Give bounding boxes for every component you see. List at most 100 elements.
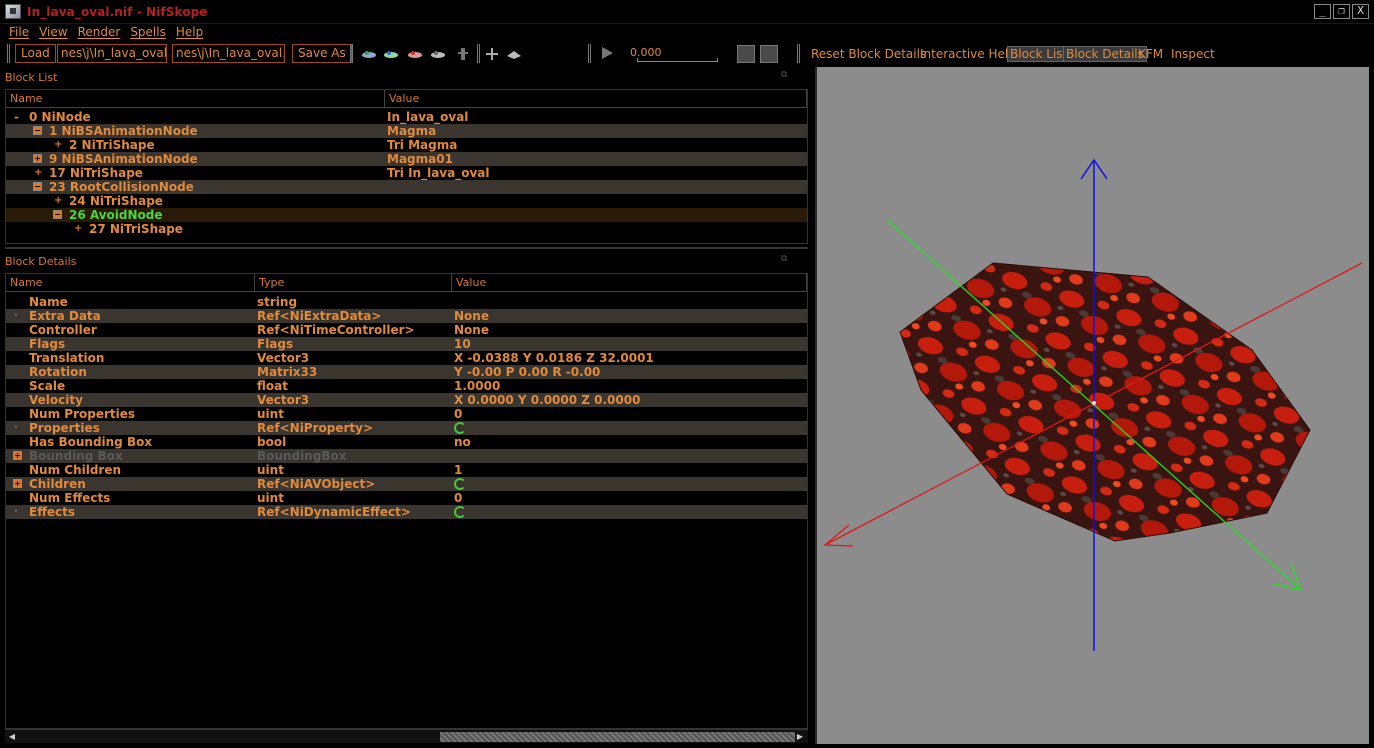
menu-render[interactable]: Render (73, 24, 126, 41)
field-value[interactable]: no (454, 435, 471, 449)
kfm-toggle[interactable]: KFM (1138, 47, 1163, 61)
scene-canvas[interactable] (817, 67, 1371, 744)
tree-row[interactable]: + 27 NiTriShape (6, 222, 807, 236)
load-path-field[interactable]: nes\j\In_lava_oval.nif (57, 44, 167, 63)
tree-row[interactable]: - 0 NiNode In_lava_oval (6, 110, 807, 124)
scroll-right-arrow-icon[interactable]: ▶ (794, 731, 806, 743)
menu-help[interactable]: Help (171, 24, 208, 41)
block-value: Tri In_lava_oval (387, 166, 490, 180)
toolbar-grip[interactable] (797, 44, 800, 63)
block-details-toggle[interactable]: Block Details (1063, 46, 1147, 62)
block-list-toggle[interactable]: Block List (1006, 46, 1071, 62)
inspect-toggle[interactable]: Inspect (1171, 47, 1215, 61)
collapse-icon[interactable]: − (33, 126, 42, 135)
view-user-icon[interactable] (430, 47, 446, 61)
field-value[interactable] (454, 421, 466, 435)
field-type: Flags (257, 337, 294, 351)
field-name: Velocity (29, 393, 83, 407)
toolbar-grip[interactable] (7, 44, 10, 63)
tree-row-selected[interactable]: − 26 AvoidNode (6, 208, 807, 222)
save-as-button[interactable]: Save As (292, 44, 352, 63)
detail-row[interactable]: Num Children uint 1 (6, 463, 807, 477)
menu-spells[interactable]: Spells (125, 24, 171, 41)
menu-view[interactable]: View (34, 24, 72, 41)
detail-row[interactable]: · Extra Data Ref<NiExtraData> None (6, 309, 807, 323)
field-value[interactable]: X 0.0000 Y 0.0000 Z 0.0000 (454, 393, 640, 407)
play-icon[interactable] (600, 46, 614, 60)
detail-row[interactable]: Rotation Matrix33 Y -0.00 P 0.00 R -0.00 (6, 365, 807, 379)
detail-row[interactable]: Flags Flags 10 (6, 337, 807, 351)
render-viewport[interactable] (815, 67, 1369, 744)
column-header-name[interactable]: Name (6, 90, 385, 108)
column-header-value[interactable]: Value (452, 274, 807, 292)
field-value[interactable]: 1 (454, 463, 462, 477)
field-value[interactable]: 0 (454, 491, 462, 505)
field-type: uint (257, 463, 284, 477)
detail-row[interactable]: + Children Ref<NiAVObject> (6, 477, 807, 491)
loop-animation-button[interactable] (737, 45, 755, 63)
column-header-type[interactable]: Type (255, 274, 452, 292)
detail-row[interactable]: Scale float 1.0000 (6, 379, 807, 393)
expand-icon[interactable]: + (13, 451, 22, 460)
detail-row[interactable]: Controller Ref<NiTimeController> None (6, 323, 807, 337)
field-value[interactable]: None (454, 309, 489, 323)
tree-row[interactable]: − 23 RootCollisionNode (6, 180, 807, 194)
expand-icon[interactable]: + (13, 479, 22, 488)
block-name: 1 NiBSAnimationNode (49, 124, 198, 138)
field-value[interactable] (454, 505, 466, 519)
detail-row[interactable]: · Properties Ref<NiProperty> (6, 421, 807, 435)
column-header-name[interactable]: Name (6, 274, 255, 292)
detail-row[interactable]: Num Effects uint 0 (6, 491, 807, 505)
column-header-value[interactable]: Value (385, 90, 807, 108)
field-value[interactable] (454, 477, 466, 491)
menu-file[interactable]: File (4, 24, 34, 41)
horizontal-scrollbar[interactable]: ◀ ▶ (5, 729, 808, 743)
field-value[interactable]: X -0.0388 Y 0.0186 Z 32.0001 (454, 351, 654, 365)
detail-row[interactable]: · Effects Ref<NiDynamicEffect> (6, 505, 807, 519)
toolbar-grip[interactable] (588, 44, 591, 63)
switch-animation-button[interactable] (760, 45, 778, 63)
block-value: In_lava_oval (387, 110, 469, 124)
tree-row[interactable]: + 24 NiTriShape (6, 194, 807, 208)
tree-row[interactable]: − 1 NiBSAnimationNode Magma (6, 124, 807, 138)
field-value[interactable]: 1.0000 (454, 379, 500, 393)
toolbar-grip[interactable] (477, 44, 480, 63)
field-value[interactable]: Y -0.00 P 0.00 R -0.00 (454, 365, 600, 379)
detail-row[interactable]: Num Properties uint 0 (6, 407, 807, 421)
detail-row[interactable]: Velocity Vector3 X 0.0000 Y 0.0000 Z 0.0… (6, 393, 807, 407)
expand-icon[interactable]: + (33, 154, 42, 163)
collapse-icon[interactable]: − (53, 210, 62, 219)
walk-mode-icon[interactable] (455, 47, 471, 61)
save-path-field[interactable]: nes\j\In_lava_oval.nif (172, 44, 285, 63)
restore-button[interactable]: ❐ (1333, 4, 1350, 19)
panel-splitter[interactable] (5, 247, 808, 249)
detail-row[interactable]: + Bounding Box BoundingBox (6, 449, 807, 463)
reset-block-details-button[interactable]: Reset Block Details (811, 47, 926, 61)
toolbar-grip[interactable] (350, 44, 353, 63)
tree-row[interactable]: + 17 NiTriShape Tri In_lava_oval (6, 166, 807, 180)
detail-row[interactable]: Has Bounding Box bool no (6, 435, 807, 449)
view-top-icon[interactable] (361, 47, 377, 61)
field-value[interactable]: 0 (454, 407, 462, 421)
tree-row[interactable]: + 9 NiBSAnimationNode Magma01 (6, 152, 807, 166)
animation-time-slider[interactable] (637, 58, 718, 62)
minimize-button[interactable]: _ (1314, 4, 1331, 19)
perspective-icon[interactable] (506, 47, 522, 61)
float-panel-icon[interactable]: ⧉ (781, 70, 787, 80)
field-value[interactable]: None (454, 323, 489, 337)
collapse-icon[interactable]: − (33, 182, 42, 191)
view-side-icon[interactable] (407, 47, 423, 61)
scroll-left-arrow-icon[interactable]: ◀ (6, 731, 18, 743)
detail-row[interactable]: Translation Vector3 X -0.0388 Y 0.0186 Z… (6, 351, 807, 365)
load-button[interactable]: Load (15, 44, 56, 63)
field-value[interactable]: 10 (454, 337, 471, 351)
detail-row[interactable]: Name string (6, 295, 807, 309)
view-front-icon[interactable] (383, 47, 399, 61)
tree-row[interactable]: + 2 NiTriShape Tri Magma (6, 138, 807, 152)
collapse-icon[interactable]: - (14, 110, 19, 124)
flip-axis-icon[interactable] (484, 47, 500, 61)
float-panel-icon[interactable]: ⧉ (781, 254, 787, 264)
interactive-help-button[interactable]: Interactive Help (920, 47, 1016, 61)
close-button[interactable]: X (1352, 4, 1369, 19)
scrollbar-thumb[interactable] (440, 732, 795, 742)
